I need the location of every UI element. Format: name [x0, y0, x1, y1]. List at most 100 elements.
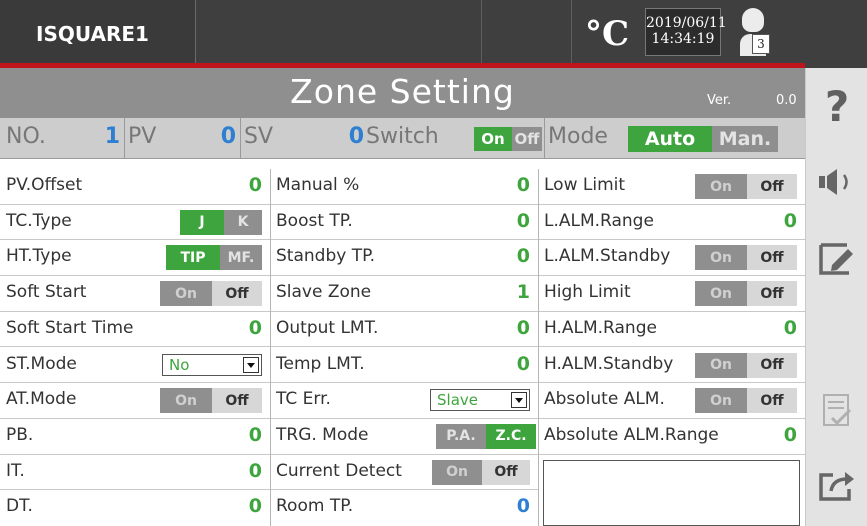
switch-on-option[interactable]: On: [474, 127, 512, 151]
mode-label: Mode: [548, 124, 608, 149]
temperature-unit-icon[interactable]: °C: [585, 14, 629, 54]
h-alm-standby-on-option[interactable]: On: [695, 352, 747, 378]
l-alm-standby-off-option[interactable]: Off: [747, 245, 797, 271]
row-soft-start-time[interactable]: Soft Start Time 0: [0, 312, 270, 348]
row-pb[interactable]: PB. 0: [0, 419, 270, 455]
setting-value[interactable]: 0: [249, 317, 262, 339]
setting-label: HT.Type: [6, 246, 72, 267]
setting-value[interactable]: 0: [517, 317, 530, 339]
row-at-mode: AT.Mode On Off: [0, 383, 270, 419]
row-tc-err: TC Err. Slave: [270, 383, 538, 419]
high-limit-off-option[interactable]: Off: [747, 281, 797, 307]
chevron-down-icon[interactable]: [511, 392, 527, 409]
absolute-alm-toggle[interactable]: On Off: [695, 388, 797, 414]
current-detect-off-option[interactable]: Off: [482, 459, 530, 485]
tc-type-toggle[interactable]: J K: [180, 209, 262, 235]
ht-type-mf-option[interactable]: MF.: [220, 245, 262, 271]
zone-number-label: NO.: [6, 124, 46, 149]
setting-value[interactable]: 0: [517, 245, 530, 267]
mode-manual-option[interactable]: Man.: [712, 126, 778, 152]
mode-auto-option[interactable]: Auto: [628, 126, 712, 152]
row-high-limit: High Limit On Off: [538, 276, 805, 312]
st-mode-select[interactable]: No: [162, 353, 262, 376]
ht-type-toggle[interactable]: TIP MF.: [166, 245, 262, 271]
status-divider: [124, 118, 125, 158]
trg-mode-pa-option[interactable]: P.A.: [436, 423, 486, 449]
row-output-lmt[interactable]: Output LMT. 0: [270, 312, 538, 348]
version-value: 0.0: [776, 93, 797, 108]
setting-value[interactable]: 0: [249, 495, 262, 517]
tc-type-j-option[interactable]: J: [180, 209, 224, 235]
at-mode-toggle[interactable]: On Off: [160, 388, 262, 414]
pv-label: PV: [128, 124, 157, 149]
help-icon[interactable]: ?: [806, 68, 867, 144]
setting-value[interactable]: 0: [249, 460, 262, 482]
checklist-icon[interactable]: [806, 372, 867, 448]
chevron-down-icon[interactable]: [243, 356, 259, 373]
setting-value[interactable]: 0: [249, 424, 262, 446]
setting-label: Room TP.: [276, 496, 354, 517]
soft-start-toggle[interactable]: On Off: [160, 281, 262, 307]
setting-value[interactable]: 0: [249, 174, 262, 196]
setting-label: H.ALM.Range: [544, 317, 657, 338]
setting-label: AT.Mode: [6, 389, 77, 410]
ht-type-tip-option[interactable]: TIP: [166, 245, 220, 271]
high-limit-toggle[interactable]: On Off: [695, 281, 797, 307]
soft-start-off-option[interactable]: Off: [212, 281, 262, 307]
top-bar: ISQUARE1 °C 2019/06/11 14:34:19 3: [0, 0, 867, 68]
top-bar-segment: [196, 0, 482, 68]
tc-err-select[interactable]: Slave: [430, 389, 530, 412]
h-alm-standby-off-option[interactable]: Off: [747, 352, 797, 378]
setting-value[interactable]: 0: [784, 317, 797, 339]
setting-value[interactable]: 0: [517, 174, 530, 196]
help-glyph: ?: [824, 81, 850, 131]
sv-value[interactable]: 0: [320, 124, 364, 149]
setting-value[interactable]: 1: [517, 281, 530, 303]
row-slave-zone[interactable]: Slave Zone 1: [270, 276, 538, 312]
setting-value[interactable]: 0: [784, 424, 797, 446]
at-mode-on-option[interactable]: On: [160, 388, 212, 414]
setting-value[interactable]: 0: [517, 353, 530, 375]
tc-type-k-option[interactable]: K: [224, 209, 262, 235]
high-limit-on-option[interactable]: On: [695, 281, 747, 307]
row-standby-tp[interactable]: Standby TP. 0: [270, 240, 538, 277]
row-temp-lmt[interactable]: Temp LMT. 0: [270, 348, 538, 384]
absolute-alm-off-option[interactable]: Off: [747, 388, 797, 414]
current-detect-toggle[interactable]: On Off: [432, 459, 530, 485]
switch-toggle[interactable]: On Off: [474, 127, 542, 151]
row-manual-percent[interactable]: Manual % 0: [270, 169, 538, 205]
switch-off-option[interactable]: Off: [512, 127, 542, 151]
low-limit-on-option[interactable]: On: [695, 174, 747, 199]
row-h-alm-range[interactable]: H.ALM.Range 0: [538, 312, 805, 348]
h-alm-standby-toggle[interactable]: On Off: [695, 352, 797, 378]
user-button[interactable]: 3: [734, 8, 778, 62]
zone-number-value[interactable]: 1: [80, 124, 120, 149]
row-boost-tp[interactable]: Boost TP. 0: [270, 205, 538, 241]
setting-label: PV.Offset: [6, 175, 83, 195]
low-limit-toggle[interactable]: On Off: [695, 174, 797, 199]
export-icon[interactable]: [806, 448, 867, 524]
row-dt[interactable]: DT. 0: [0, 490, 270, 526]
l-alm-standby-on-option[interactable]: On: [695, 245, 747, 271]
trg-mode-toggle[interactable]: P.A. Z.C.: [436, 423, 536, 449]
at-mode-off-option[interactable]: Off: [212, 388, 262, 414]
row-it[interactable]: IT. 0: [0, 455, 270, 491]
datetime-display: 2019/06/11 14:34:19: [645, 8, 727, 56]
row-pv-offset[interactable]: PV.Offset 0: [0, 169, 270, 205]
l-alm-standby-toggle[interactable]: On Off: [695, 245, 797, 271]
low-limit-off-option[interactable]: Off: [747, 174, 797, 199]
checklist-glyph: [823, 394, 852, 426]
edit-icon[interactable]: [806, 220, 867, 296]
soft-start-on-option[interactable]: On: [160, 281, 212, 307]
row-absolute-alm-range[interactable]: Absolute ALM.Range 0: [538, 419, 805, 455]
setting-label: H.ALM.Standby: [544, 353, 674, 374]
current-detect-on-option[interactable]: On: [432, 459, 482, 485]
setting-value[interactable]: 0: [784, 210, 797, 232]
temperature-unit-label: °C: [585, 14, 630, 54]
row-l-alm-range[interactable]: L.ALM.Range 0: [538, 205, 805, 241]
mode-toggle[interactable]: Auto Man.: [628, 126, 778, 152]
setting-value[interactable]: 0: [517, 210, 530, 232]
speaker-icon[interactable]: [806, 144, 867, 220]
absolute-alm-on-option[interactable]: On: [695, 388, 747, 414]
trg-mode-zc-option[interactable]: Z.C.: [486, 423, 536, 449]
